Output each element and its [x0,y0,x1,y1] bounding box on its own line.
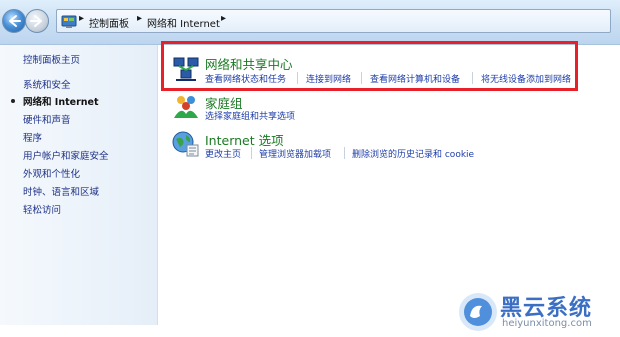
address-bar[interactable]: ▸ 控制面板 ▸ 网络和 Internet ▸ [56,9,611,33]
internet-options-icon[interactable] [172,130,200,158]
sidebar-item-user-accounts[interactable]: 用户帐户和家庭安全 [23,148,109,162]
sidebar-item-appearance[interactable]: 外观和个性化 [23,166,80,180]
watermark-url: heiyunxitong.com [502,318,592,329]
sidebar-item-hardware-sound[interactable]: 硬件和声音 [23,112,71,126]
sidebar: 控制面板主页 系统和安全 网络和 Internet 硬件和声音 程序 用户帐户和… [0,45,158,325]
link-divider [251,147,252,159]
breadcrumb-network-internet[interactable]: 网络和 Internet [147,15,220,30]
sidebar-item-ease-of-access[interactable]: 轻松访问 [23,202,61,216]
breadcrumb-control-panel[interactable]: 控制面板 [89,15,129,30]
sidebar-item-programs[interactable]: 程序 [23,130,42,144]
breadcrumb-separator-icon[interactable]: ▸ [79,13,84,24]
homegroup-options-link[interactable]: 选择家庭组和共享选项 [205,109,295,122]
breadcrumb-separator-icon[interactable]: ▸ [137,13,142,24]
homegroup-icon[interactable] [172,92,200,120]
forward-arrow-icon [30,15,42,27]
change-homepage-link[interactable]: 更改主页 [205,147,241,160]
sidebar-item-system-security[interactable]: 系统和安全 [23,77,71,91]
forward-button[interactable] [25,9,49,33]
title-bar: ▸ 控制面板 ▸ 网络和 Internet ▸ [0,0,620,45]
control-panel-icon [61,15,77,28]
sidebar-item-clock-region[interactable]: 时钟、语言和区域 [23,184,99,198]
back-arrow-icon [9,15,21,27]
sidebar-item-network-internet: 网络和 Internet [23,97,99,108]
link-divider [344,147,345,159]
delete-browsing-history-link[interactable]: 删除浏览的历史记录和 cookie [352,147,474,160]
sidebar-home-link[interactable]: 控制面板主页 [23,52,80,66]
highlight-box [161,41,578,91]
heiyun-logo-icon [459,293,497,331]
manage-addons-link[interactable]: 管理浏览器加载项 [259,147,331,160]
breadcrumb-separator-icon[interactable]: ▸ [221,13,226,24]
back-button[interactable] [2,9,26,33]
current-item-bullet-icon [11,99,15,103]
